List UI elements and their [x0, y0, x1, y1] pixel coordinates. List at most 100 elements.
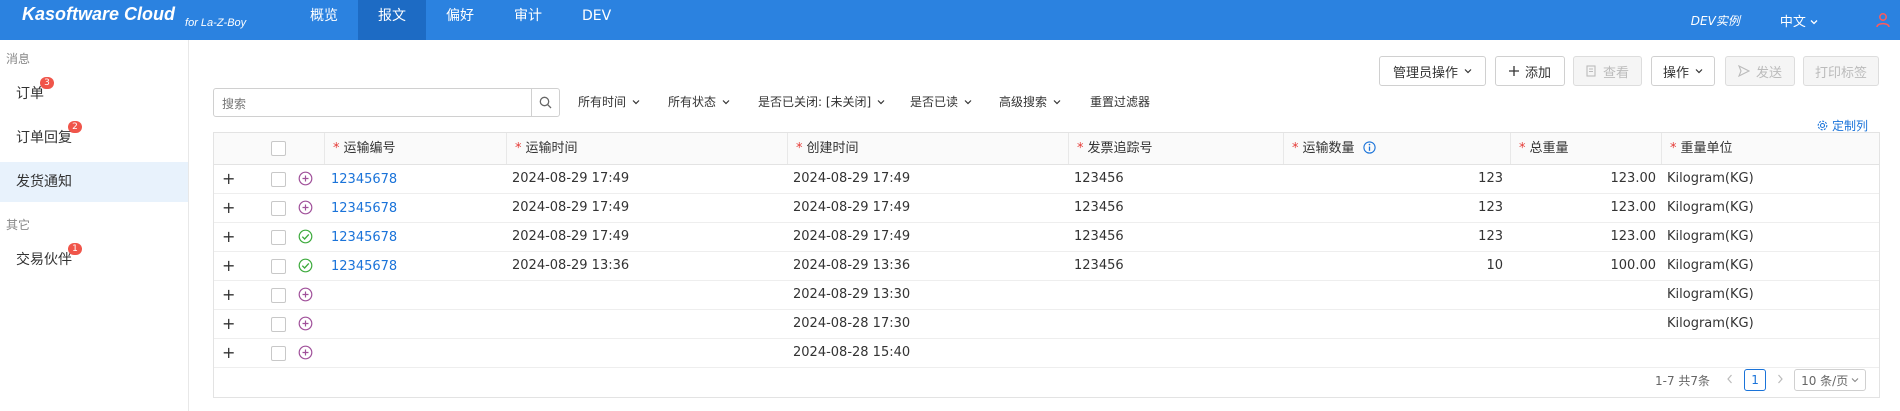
- print-label-button[interactable]: 打印标签: [1803, 56, 1879, 86]
- page-number-current[interactable]: 1: [1744, 369, 1767, 391]
- brand-subtitle: for La-Z-Boy: [185, 17, 247, 29]
- table-row[interactable]: +12345678 2024-08-29 13:36 2024-08-29 13:3…: [214, 251, 1879, 281]
- chevron-down-icon: [964, 99, 972, 104]
- cell-ship-time: 2024-08-29 13:36: [512, 258, 630, 273]
- chevron-left-icon: [1727, 374, 1733, 384]
- filter-advanced-search[interactable]: 高级搜索: [999, 93, 1061, 110]
- sidebar-item-ship-notices[interactable]: 发货通知: [0, 162, 188, 202]
- sidebar-item-order-responses[interactable]: 订单回复 2: [0, 118, 188, 158]
- nav-tab-dev[interactable]: DEV: [562, 0, 631, 40]
- search-input[interactable]: [214, 89, 524, 118]
- cell-invoice-track: 123456: [1074, 171, 1124, 186]
- expand-row-button[interactable]: +: [222, 193, 235, 222]
- row-checkbox[interactable]: [271, 172, 286, 187]
- filter-closed[interactable]: 是否已关闭: [未关闭]: [758, 93, 885, 110]
- expand-row-button[interactable]: +: [222, 280, 235, 309]
- operations-label: 操作: [1662, 65, 1689, 81]
- filter-time-label: 所有时间: [578, 95, 627, 109]
- chevron-down-icon: [877, 99, 885, 104]
- expand-row-button[interactable]: +: [222, 338, 235, 367]
- top-nav-bar: Kasoftware Cloud for La-Z-Boy 概览 报文 偏好 审计…: [0, 0, 1900, 40]
- sidebar-group-messages: 消息: [6, 52, 31, 66]
- cell-invoice-track: 123456: [1074, 200, 1124, 215]
- brand-name: Kasoftware Cloud: [22, 4, 176, 24]
- gear-icon: [1817, 120, 1828, 131]
- cell-shipment-no[interactable]: 12345678: [331, 223, 397, 252]
- table-row[interactable]: +2024-08-28 17:30 Kilogram(KG): [214, 309, 1879, 339]
- chevron-down-icon: [1464, 69, 1472, 74]
- column-header-quantity[interactable]: * 运输数量: [1283, 133, 1510, 164]
- sidebar-item-label: 订单回复: [16, 130, 72, 146]
- pagination-summary: 1-7 共7条: [1655, 373, 1711, 388]
- cell-weight-unit: Kilogram(KG): [1667, 287, 1754, 302]
- row-checkbox[interactable]: [271, 346, 286, 361]
- chevron-down-icon: [1810, 19, 1818, 24]
- row-checkbox[interactable]: [271, 317, 286, 332]
- view-button[interactable]: 查看: [1573, 56, 1642, 86]
- nav-tab-messages[interactable]: 报文: [358, 0, 426, 40]
- cell-weight-unit: Kilogram(KG): [1667, 171, 1754, 186]
- next-page-button[interactable]: [1776, 373, 1784, 387]
- filter-closed-label: 是否已关闭: [未关闭]: [758, 95, 872, 109]
- brand-logo[interactable]: Kasoftware Cloud for La-Z-Boy: [22, 4, 246, 29]
- table-row[interactable]: +12345678 2024-08-29 17:49 2024-08-29 17:4…: [214, 222, 1879, 252]
- row-checkbox[interactable]: [271, 288, 286, 303]
- send-button[interactable]: 发送: [1725, 56, 1795, 86]
- prev-page-button[interactable]: [1726, 373, 1734, 387]
- plus-circle-icon: [298, 171, 313, 186]
- table-row[interactable]: +2024-08-29 13:30 Kilogram(KG): [214, 280, 1879, 310]
- search-box: [213, 88, 560, 118]
- row-checkbox[interactable]: [271, 259, 286, 274]
- select-all-checkbox[interactable]: [271, 141, 286, 156]
- sidebar-item-trading-partners[interactable]: 交易伙伴 1: [0, 240, 188, 280]
- expand-row-button[interactable]: +: [222, 164, 235, 193]
- filter-time[interactable]: 所有时间: [578, 93, 640, 110]
- language-selector[interactable]: 中文: [1780, 11, 1818, 30]
- user-menu[interactable]: [1866, 12, 1900, 28]
- filter-read[interactable]: 是否已读: [910, 93, 972, 110]
- column-header-created[interactable]: * 创建时间: [787, 133, 1068, 164]
- search-button[interactable]: [531, 89, 559, 116]
- reset-filters-button[interactable]: 重置过滤器: [1090, 93, 1150, 110]
- column-header-invoice-track[interactable]: * 发票追踪号: [1068, 133, 1283, 164]
- column-header-total-weight[interactable]: * 总重量: [1510, 133, 1661, 164]
- operations-button[interactable]: 操作: [1651, 56, 1715, 86]
- page-size-select[interactable]: 10 条/页: [1794, 369, 1867, 391]
- nav-tab-overview[interactable]: 概览: [290, 0, 358, 40]
- chevron-down-icon: [632, 99, 640, 104]
- expand-row-button[interactable]: +: [222, 309, 235, 338]
- column-header-ship-time[interactable]: * 运输时间: [506, 133, 787, 164]
- main-nav: 概览 报文 偏好 审计 DEV: [290, 0, 631, 40]
- cell-shipment-no[interactable]: 12345678: [331, 165, 397, 194]
- chevron-right-icon: [1778, 374, 1783, 384]
- filter-status[interactable]: 所有状态: [668, 93, 730, 110]
- cell-total-weight: 100.00: [1610, 258, 1657, 273]
- cell-shipment-no[interactable]: 12345678: [331, 252, 397, 281]
- cell-weight-unit: Kilogram(KG): [1667, 316, 1754, 331]
- admin-ops-button[interactable]: 管理员操作: [1379, 56, 1486, 86]
- nav-tab-audit[interactable]: 审计: [494, 0, 562, 40]
- env-label[interactable]: DEV实例: [1691, 12, 1740, 29]
- column-header-weight-unit[interactable]: * 重量单位: [1661, 133, 1879, 164]
- search-icon: [539, 96, 552, 109]
- table-row[interactable]: +2024-08-28 15:40: [214, 338, 1879, 368]
- plus-circle-icon: [298, 287, 313, 302]
- row-checkbox[interactable]: [271, 201, 286, 216]
- table-row[interactable]: +12345678 2024-08-29 17:49 2024-08-29 17:4…: [214, 193, 1879, 223]
- row-checkbox[interactable]: [271, 230, 286, 245]
- table-header: * 运输编号 * 运输时间 * 创建时间 * 发票追踪号 * 运输数量 * 总重量 * 重量单…: [214, 133, 1879, 165]
- expand-row-button[interactable]: +: [222, 251, 235, 280]
- column-header-shipment-no[interactable]: * 运输编号: [324, 133, 506, 164]
- expand-row-button[interactable]: +: [222, 222, 235, 251]
- sidebar-item-orders[interactable]: 订单 3: [0, 74, 188, 114]
- cell-shipment-no[interactable]: 12345678: [331, 194, 397, 223]
- cell-created: 2024-08-29 13:36: [793, 258, 911, 273]
- add-button[interactable]: 添加: [1495, 56, 1565, 86]
- plus-circle-icon: [298, 316, 313, 331]
- nav-tab-preferences[interactable]: 偏好: [426, 0, 494, 40]
- send-label: 发送: [1755, 65, 1782, 81]
- table-row[interactable]: +12345678 2024-08-29 17:49 2024-08-29 17:4…: [214, 164, 1879, 194]
- info-icon[interactable]: [1363, 141, 1376, 154]
- chevron-down-icon: [1053, 99, 1061, 104]
- cell-invoice-track: 123456: [1074, 258, 1124, 273]
